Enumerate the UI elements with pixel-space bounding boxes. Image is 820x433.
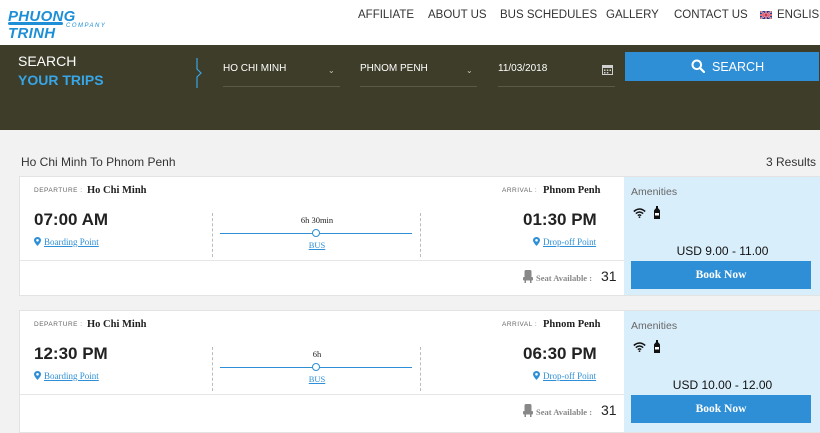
uk-flag-icon [760, 11, 772, 19]
boarding-point-link[interactable]: Boarding Point [34, 237, 99, 247]
seat-icon [523, 404, 533, 417]
water-bottle-icon [654, 340, 660, 353]
map-pin-icon [34, 237, 41, 246]
trip-card: DEPARTURE : Ho Chi Minh ARRIVAL : Phnom … [19, 176, 820, 296]
water-bottle-icon [654, 206, 660, 219]
route-midpoint [312, 229, 320, 237]
search-button[interactable]: SEARCH [625, 52, 819, 81]
nav-gallery[interactable]: GALLERY [606, 9, 659, 21]
to-city-underline [360, 86, 477, 87]
arrival-time: 06:30 PM [523, 344, 597, 363]
boarding-point-link[interactable]: Boarding Point [34, 371, 99, 381]
seat-count: 31 [601, 402, 617, 418]
language-selector[interactable]: ENGLISH [777, 9, 820, 21]
departure-label: DEPARTURE : [34, 321, 83, 328]
arrival-label: ARRIVAL : [502, 321, 538, 328]
seat-icon [523, 270, 533, 283]
map-pin-icon [533, 237, 540, 246]
vehicle-type-link[interactable]: BUS [212, 240, 422, 250]
chevron-down-icon: ⌄ [466, 66, 473, 75]
arrival-city: Phnom Penh [543, 185, 601, 196]
calendar-icon[interactable] [602, 64, 613, 75]
arrival-time: 01:30 PM [523, 210, 597, 229]
date-input[interactable]: 11/03/2018 [498, 63, 547, 74]
nav-affiliate[interactable]: AFFILIATE [358, 9, 414, 21]
departure-time: 12:30 PM [34, 344, 108, 363]
amenities-panel: Amenities USD 9.00 - 11.00 Book Now [624, 177, 820, 295]
divider [20, 260, 624, 261]
logo-swoosh [8, 22, 63, 25]
brand-logo[interactable]: PHUONG TRINH COMPANY [8, 8, 118, 42]
route-title: Ho Chi Minh To Phnom Penh [21, 155, 176, 169]
date-underline [498, 86, 615, 87]
chevron-right-icon [196, 58, 202, 88]
from-city-select[interactable]: HO CHI MINH [223, 63, 286, 74]
map-pin-icon [34, 371, 41, 380]
brand-subtitle: COMPANY [66, 23, 107, 29]
fare-price: USD 10.00 - 12.00 [672, 378, 773, 392]
fare-price: USD 9.00 - 11.00 [676, 244, 769, 258]
dropoff-point-link[interactable]: Drop-off Point [533, 237, 596, 247]
wifi-icon [633, 342, 646, 352]
departure-label: DEPARTURE : [34, 187, 83, 194]
dropoff-point-label: Drop-off Point [543, 237, 597, 247]
departure-city: Ho Chi Minh [87, 185, 147, 196]
chevron-down-icon: ⌄ [328, 66, 335, 75]
map-pin-icon [533, 371, 540, 380]
trip-duration: 6h [312, 349, 322, 359]
search-title: SEARCH [18, 53, 77, 69]
search-icon [691, 59, 705, 73]
arrival-city: Phnom Penh [543, 319, 601, 330]
dropoff-point-label: Drop-off Point [543, 371, 597, 381]
top-navigation: PHUONG TRINH COMPANY AFFILIATE ABOUT US … [0, 0, 820, 45]
trip-details: DEPARTURE : Ho Chi Minh ARRIVAL : Phnom … [20, 311, 624, 432]
amenities-panel: Amenities USD 10.00 - 12.00 Book Now [624, 311, 820, 432]
nav-about-us[interactable]: ABOUT US [428, 9, 487, 21]
seat-available-label: Seat Available : [536, 273, 593, 283]
arrival-label: ARRIVAL : [502, 187, 538, 194]
amenities-title: Amenities [631, 320, 678, 332]
route-midpoint [312, 363, 320, 371]
search-subtitle: YOUR TRIPS [18, 72, 104, 88]
boarding-point-label: Boarding Point [44, 237, 99, 247]
dropoff-point-link[interactable]: Drop-off Point [533, 371, 596, 381]
results-count: 3 Results [766, 155, 817, 169]
departure-city: Ho Chi Minh [87, 319, 147, 330]
nav-contact-us[interactable]: CONTACT US [674, 9, 748, 21]
seat-count: 31 [601, 268, 617, 284]
trip-details: DEPARTURE : Ho Chi Minh ARRIVAL : Phnom … [20, 177, 624, 295]
book-now-button[interactable]: Book Now [631, 261, 811, 289]
amenities-title: Amenities [631, 186, 678, 198]
trip-duration: 6h 30min [300, 215, 334, 225]
from-city-underline [223, 86, 340, 87]
search-button-label: SEARCH [712, 60, 765, 74]
nav-bus-schedules[interactable]: BUS SCHEDULES [500, 9, 597, 21]
seat-available-label: Seat Available : [536, 407, 593, 417]
to-city-select[interactable]: PHNOM PENH [360, 63, 428, 74]
wifi-icon [633, 208, 646, 218]
departure-time: 07:00 AM [34, 210, 109, 229]
vehicle-type-link[interactable]: BUS [212, 374, 422, 384]
boarding-point-label: Boarding Point [44, 371, 99, 381]
divider [20, 394, 624, 395]
trip-card: DEPARTURE : Ho Chi Minh ARRIVAL : Phnom … [19, 310, 820, 433]
book-now-button[interactable]: Book Now [631, 395, 811, 423]
